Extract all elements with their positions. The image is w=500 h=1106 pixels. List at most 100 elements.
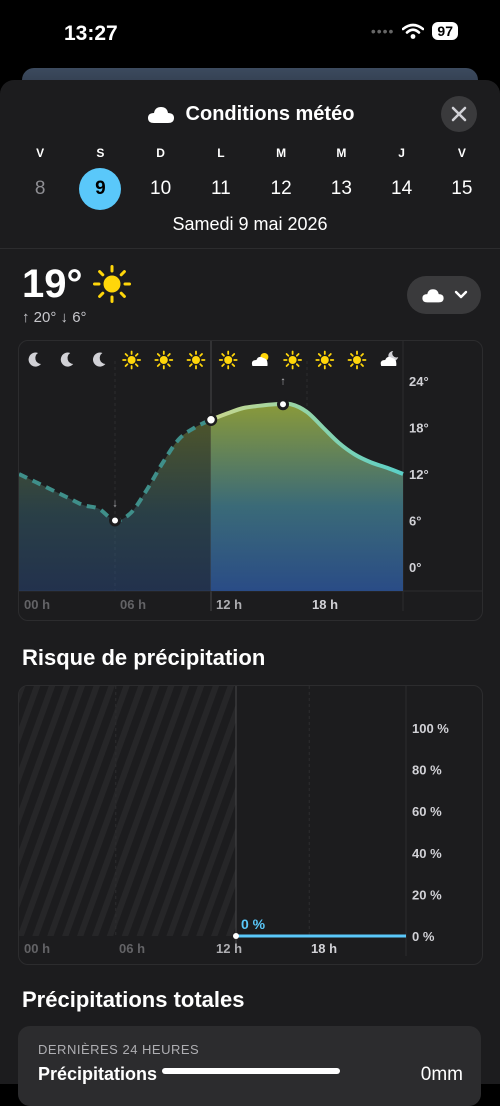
cloud-icon	[422, 289, 444, 303]
sun-icon	[347, 350, 367, 370]
precipitation-chart[interactable]: 0 % 100 % 80 % 60 % 40 % 20 % 0 % 00 h 06 h 12 …	[18, 685, 483, 965]
x-tick-label: 12 h	[216, 941, 242, 956]
moon-shape	[92, 352, 106, 367]
current-precip-label: 0 %	[241, 916, 266, 932]
sun-ray	[295, 353, 300, 357]
sun-ray	[124, 363, 129, 367]
x-tick-label: 06 h	[119, 941, 145, 956]
x-tick-label: 00 h	[24, 941, 50, 956]
temperature-chart-svg: ↓ ↑ 24° 18° 12° 6° 0° 00 h 06 h 12 h 18 h	[19, 341, 482, 612]
sun-ray	[124, 353, 129, 357]
y-tick-label: 20 %	[412, 887, 442, 902]
sun-ray	[221, 363, 225, 367]
y-tick-label: 0°	[409, 560, 421, 575]
sun-ray	[350, 363, 354, 367]
card-title: Précipitations	[38, 1064, 158, 1084]
moon-shape	[60, 352, 74, 367]
sun-ray	[167, 353, 171, 357]
day-number: 13	[330, 178, 352, 199]
sheet-header: Conditions météo	[0, 100, 500, 128]
status-indicators: •••• 97	[371, 22, 458, 40]
day-letter: M	[276, 146, 287, 160]
current-point	[233, 933, 239, 939]
current-temperature: 19°	[22, 262, 83, 306]
divider	[0, 248, 500, 249]
sun-ray	[199, 353, 203, 357]
status-bar: 13:27 •••• 97	[0, 0, 500, 70]
day-selector: V8 S9 D 10 L 11 M 12 M 13 J 14 V 15	[10, 146, 492, 210]
sun-ray	[360, 353, 364, 357]
y-tick-label: 80 %	[412, 763, 442, 778]
day-item[interactable]: D 10	[131, 146, 191, 210]
day-letter: V	[457, 146, 466, 160]
y-tick-label: 60 %	[412, 804, 442, 819]
sun-ray	[360, 363, 364, 367]
wifi-icon	[402, 23, 425, 39]
x-tick-label: 06 h	[120, 597, 146, 612]
day-item[interactable]: L 11	[191, 146, 251, 210]
moon-icon	[60, 352, 74, 367]
day-letter: L	[217, 146, 225, 160]
chevron-down-icon	[454, 290, 468, 299]
sun-icon	[315, 350, 335, 370]
cloud-sun-icon	[251, 353, 269, 366]
day-letter: J	[398, 146, 405, 160]
temperature-chart[interactable]: ↓ ↑ 24° 18° 12° 6° 0° 00 h 06 h 12 h 18 h	[18, 340, 483, 621]
moon-icon	[28, 352, 41, 367]
day-letter: M	[336, 146, 347, 160]
precipitation-total-card[interactable]: DERNIÈRES 24 HEURES Précipitations 0mm	[18, 1026, 481, 1106]
sun-ray	[156, 363, 161, 367]
current-point	[204, 413, 218, 426]
condition-menu-button[interactable]	[407, 276, 481, 314]
day-item-selected[interactable]: S9	[70, 146, 130, 210]
sun-ray	[317, 363, 322, 367]
temperature-area-future	[211, 403, 403, 591]
sun-icon	[186, 350, 206, 370]
day-letter: V	[36, 146, 45, 160]
x-tick-label: 00 h	[24, 597, 50, 612]
day-number: 10	[150, 178, 172, 199]
close-button[interactable]	[441, 96, 477, 132]
sun-ray	[199, 363, 203, 367]
day-item[interactable]: M 13	[311, 146, 371, 210]
day-item[interactable]: V8	[10, 146, 70, 210]
y-tick-label: 0 %	[412, 929, 435, 944]
day-item[interactable]: J 14	[372, 146, 432, 210]
high-low: ↑ 20° ↓ 6°	[22, 309, 87, 326]
sun-ray	[167, 363, 171, 367]
sun-core	[159, 356, 168, 364]
sun-ray	[328, 363, 332, 367]
sun-core	[353, 356, 361, 364]
card-value: 0mm	[420, 1064, 463, 1085]
moon-icon	[92, 352, 106, 367]
sun-ray	[328, 353, 332, 357]
sun-ray	[350, 353, 354, 357]
sun-ray	[189, 353, 193, 357]
sun-icon	[283, 350, 303, 370]
sun-ray	[134, 363, 139, 367]
sun-icon	[218, 350, 238, 370]
sun-icon	[122, 350, 141, 370]
day-item[interactable]: M 12	[251, 146, 311, 210]
day-number: 14	[391, 178, 413, 199]
day-letter: D	[156, 146, 165, 160]
sun-ray	[285, 363, 290, 367]
moon-shape	[28, 352, 41, 367]
sun-ray	[221, 353, 225, 357]
sun-ray	[231, 363, 236, 367]
sun-core	[224, 356, 233, 364]
home-indicator[interactable]	[162, 1068, 340, 1074]
past-hours-hatch	[19, 686, 236, 936]
sheet-title: Conditions météo	[185, 102, 355, 125]
day-item[interactable]: V 15	[432, 146, 492, 210]
cloud-icon	[147, 107, 174, 123]
day-letter: S	[96, 146, 105, 160]
x-tick-label: 12 h	[216, 597, 242, 612]
sun-ray	[231, 353, 236, 357]
day-number: 9	[79, 168, 122, 210]
sun-ray	[189, 363, 193, 367]
signal-icon: ••••	[370, 23, 395, 39]
battery-indicator: 97	[432, 22, 458, 40]
card-label: DERNIÈRES 24 HEURES	[38, 1042, 200, 1057]
sun-icon	[154, 350, 174, 370]
